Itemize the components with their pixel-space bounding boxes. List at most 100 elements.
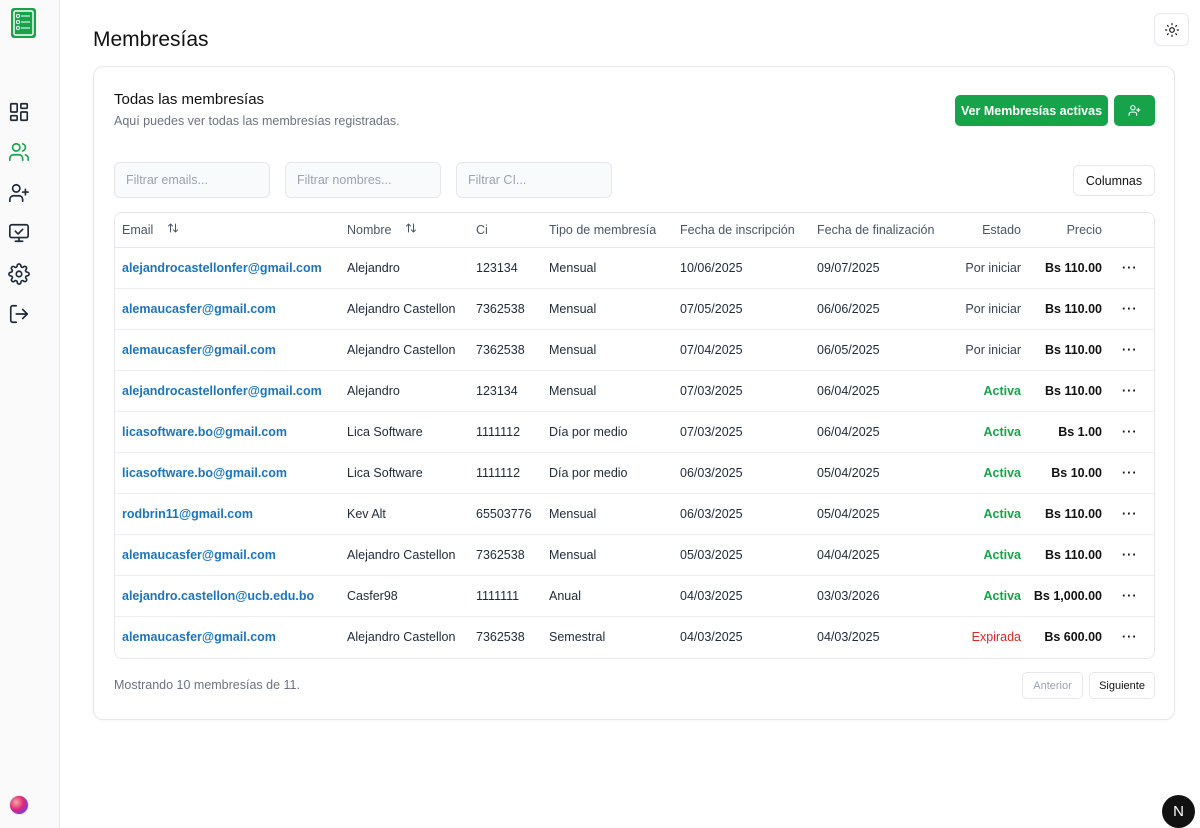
header-tipo: Tipo de membresía — [549, 223, 657, 237]
cell-nombre: Kev Alt — [347, 507, 386, 521]
cell-tipo: Mensual — [549, 548, 597, 562]
sort-icon — [405, 213, 417, 248]
cell-nombre: Alejandro — [347, 261, 400, 275]
header-ci: Ci — [476, 223, 488, 237]
table-row: alemaucasfer@gmail.com Alejandro Castello… — [115, 617, 1154, 658]
card-title: Todas las membresías — [114, 91, 265, 108]
cell-inscripcion: 07/03/2025 — [680, 384, 743, 398]
cell-tipo: Semestral — [549, 630, 606, 644]
cell-finalizacion: 04/04/2025 — [817, 548, 880, 562]
cell-ci: 1111111 — [476, 589, 520, 603]
next-dev-badge[interactable]: N — [1162, 795, 1195, 828]
cell-email[interactable]: alemaucasfer@gmail.com — [122, 617, 276, 658]
logout-icon[interactable] — [8, 303, 30, 325]
cell-precio: Bs 1.00 — [1058, 425, 1102, 439]
cell-inscripcion: 07/03/2025 — [680, 425, 743, 439]
status-badge: Por iniciar — [965, 261, 1021, 275]
cell-ci: 1111112 — [476, 466, 521, 480]
sidebar — [0, 0, 60, 828]
header-estado: Estado — [982, 223, 1021, 237]
email-filter-input[interactable] — [114, 162, 270, 198]
memberships-card: Todas las membresías Aquí puedes ver tod… — [93, 66, 1175, 720]
cell-precio: Bs 600.00 — [1044, 630, 1102, 644]
table-row: alejandrocastellonfer@gmail.com Alejandro… — [115, 248, 1154, 289]
table-row: licasoftware.bo@gmail.com Lica Software 11… — [115, 412, 1154, 453]
cell-precio: Bs 110.00 — [1045, 302, 1102, 316]
cell-email[interactable]: rodbrin11@gmail.com — [122, 494, 253, 535]
columns-button[interactable]: Columnas — [1073, 165, 1155, 196]
table-row: alemaucasfer@gmail.com Alejandro Castello… — [115, 535, 1154, 576]
cell-finalizacion: 06/05/2025 — [817, 343, 880, 357]
row-actions-button[interactable]: ··· — [1122, 535, 1138, 576]
next-page-button[interactable]: Siguiente — [1089, 672, 1155, 699]
cell-tipo: Día por medio — [549, 425, 628, 439]
cell-email[interactable]: alejandro.castellon@ucb.edu.bo — [122, 576, 314, 617]
cell-email[interactable]: alemaucasfer@gmail.com — [122, 330, 276, 371]
table-row: alemaucasfer@gmail.com Alejandro Castello… — [115, 289, 1154, 330]
view-active-memberships-button[interactable]: Ver Membresías activas — [955, 95, 1108, 126]
cell-finalizacion: 05/04/2025 — [817, 466, 880, 480]
users-icon[interactable] — [8, 141, 30, 163]
cell-finalizacion: 09/07/2025 — [817, 261, 880, 275]
cell-email[interactable]: alemaucasfer@gmail.com — [122, 289, 276, 330]
cell-inscripcion: 04/03/2025 — [680, 589, 743, 603]
status-badge: Activa — [983, 548, 1021, 562]
cell-precio: Bs 110.00 — [1045, 261, 1102, 275]
status-badge: Por iniciar — [965, 343, 1021, 357]
avatar[interactable] — [9, 795, 29, 815]
sort-icon — [167, 213, 179, 248]
table-header: Email Nombre Ci Tipo de membresía Fecha … — [115, 213, 1154, 248]
header-email[interactable]: Email — [122, 213, 179, 248]
dashboard-grid-icon[interactable] — [8, 101, 30, 123]
status-badge: Activa — [983, 384, 1021, 398]
cell-inscripcion: 06/03/2025 — [680, 466, 743, 480]
cell-inscripcion: 07/04/2025 — [680, 343, 743, 357]
cell-ci: 123134 — [476, 261, 518, 275]
row-actions-button[interactable]: ··· — [1122, 494, 1138, 535]
cell-email[interactable]: licasoftware.bo@gmail.com — [122, 453, 287, 494]
monitor-check-icon[interactable] — [8, 222, 30, 244]
cell-nombre: Alejandro Castellon — [347, 302, 456, 316]
previous-page-button[interactable]: Anterior — [1022, 672, 1083, 699]
header-inscripcion: Fecha de inscripción — [680, 223, 795, 237]
cell-finalizacion: 06/06/2025 — [817, 302, 880, 316]
row-actions-button[interactable]: ··· — [1122, 576, 1138, 617]
row-actions-button[interactable]: ··· — [1122, 330, 1138, 371]
header-nombre[interactable]: Nombre — [347, 213, 417, 248]
cell-nombre: Lica Software — [347, 425, 423, 439]
row-actions-button[interactable]: ··· — [1122, 453, 1138, 494]
row-actions-button[interactable]: ··· — [1122, 617, 1138, 658]
header-nombre-label: Nombre — [347, 223, 392, 237]
cell-precio: Bs 110.00 — [1045, 507, 1102, 521]
add-member-button[interactable] — [1114, 95, 1155, 126]
cell-email[interactable]: alejandrocastellonfer@gmail.com — [122, 248, 322, 289]
header-email-label: Email — [122, 223, 154, 237]
cell-finalizacion: 06/04/2025 — [817, 384, 880, 398]
pagination-summary: Mostrando 10 membresías de 11. — [114, 678, 300, 692]
app-logo[interactable] — [11, 8, 36, 38]
row-actions-button[interactable]: ··· — [1122, 248, 1138, 289]
cell-email[interactable]: licasoftware.bo@gmail.com — [122, 412, 287, 453]
cell-nombre: Lica Software — [347, 466, 423, 480]
row-actions-button[interactable]: ··· — [1122, 289, 1138, 330]
cell-tipo: Mensual — [549, 507, 597, 521]
name-filter-input[interactable] — [285, 162, 441, 198]
sun-icon — [1164, 22, 1179, 37]
cell-email[interactable]: alemaucasfer@gmail.com — [122, 535, 276, 576]
cell-ci: 7362538 — [476, 630, 525, 644]
cell-email[interactable]: alejandrocastellonfer@gmail.com — [122, 371, 322, 412]
row-actions-button[interactable]: ··· — [1122, 412, 1138, 453]
cell-tipo: Mensual — [549, 261, 597, 275]
status-badge: Activa — [983, 507, 1021, 521]
user-plus-icon[interactable] — [8, 182, 30, 204]
ci-filter-input[interactable] — [456, 162, 612, 198]
cell-finalizacion: 06/04/2025 — [817, 425, 880, 439]
theme-toggle-button[interactable] — [1154, 13, 1189, 46]
cell-tipo: Anual — [549, 589, 581, 603]
cell-ci: 65503776 — [476, 507, 532, 521]
row-actions-button[interactable]: ··· — [1122, 371, 1138, 412]
status-badge: Activa — [983, 466, 1021, 480]
status-badge: Activa — [983, 589, 1021, 603]
cell-precio: Bs 10.00 — [1051, 466, 1102, 480]
gear-icon[interactable] — [8, 263, 30, 285]
